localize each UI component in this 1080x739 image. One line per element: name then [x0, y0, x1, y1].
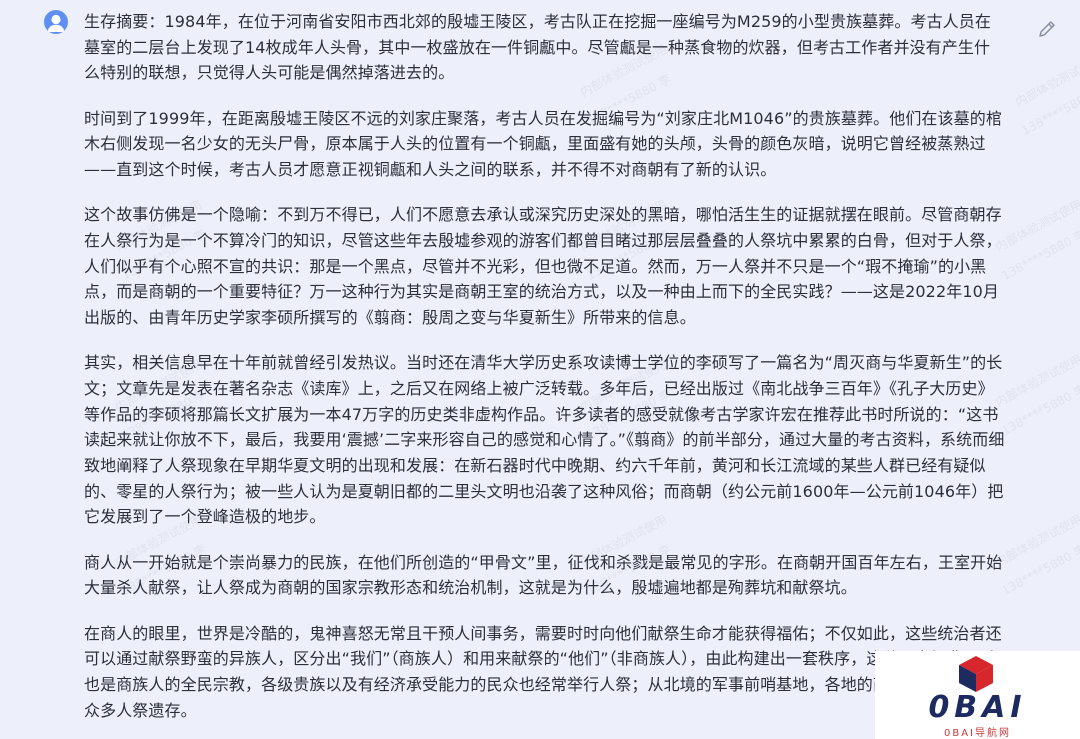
watermark-line: 内部体验测试使用	[1012, 52, 1080, 110]
edit-message-button[interactable]	[1036, 18, 1058, 40]
logo-wordmark: 0BAI	[928, 690, 1027, 725]
watermark: 内部体验测试使用 138****5880 李	[1000, 40, 1080, 150]
user-avatar-icon	[47, 14, 65, 32]
avatar	[44, 10, 68, 34]
message-paragraph: 商人从一开始就是个崇尚暴力的民族，在他们所创造的“甲骨文”里，征伐和杀戮是最常见…	[84, 552, 1003, 598]
watermark-line: 138****5880 李	[1019, 89, 1080, 138]
watermark-line: 内部体验测试使用	[992, 512, 1080, 570]
message-paragraph: 生存摘要：1984年，在位于河南省安阳市西北郊的殷墟王陵区，考古队正在挖掘一座编…	[84, 12, 991, 83]
watermark-line: 138****5880 李	[999, 541, 1080, 598]
pencil-icon	[1039, 21, 1055, 37]
watermark-line: 内部体验测试使用	[992, 197, 1080, 255]
logo-subtitle: 0BAI导航网	[943, 728, 1011, 739]
message-paragraph: 其实，相关信息早在十年前就曾经引发热议。当时还在清华大学历史系攻读博士学位的李硕…	[84, 353, 1005, 527]
chat-message: 生存摘要：1984年，在位于河南省安阳市西北郊的殷墟王陵区，考古队正在挖掘一座编…	[84, 9, 1006, 723]
watermark-line: 内部体验测试使用	[992, 352, 1080, 410]
message-paragraph: 在商人的眼里，世界是冷酷的，鬼神喜怒无常且干预人间事务，需要时时向他们献祭生命才…	[84, 623, 1002, 720]
watermark-line: 138****5880 李	[999, 226, 1080, 283]
cube-logo-icon	[959, 656, 993, 692]
message-paragraph: 时间到了1999年，在距离殷墟王陵区不远的刘家庄聚落，考古人员在发掘编号为“刘家…	[84, 108, 1002, 180]
message-paragraph: 这个故事仿佛是一个隐喻：不到万不得已，人们不愿意去承认或深究历史深处的黑暗，哪怕…	[84, 205, 1002, 328]
site-logo: 0BAI 0BAI导航网	[875, 651, 1080, 739]
watermark-line: 138****5880 李	[999, 381, 1080, 438]
